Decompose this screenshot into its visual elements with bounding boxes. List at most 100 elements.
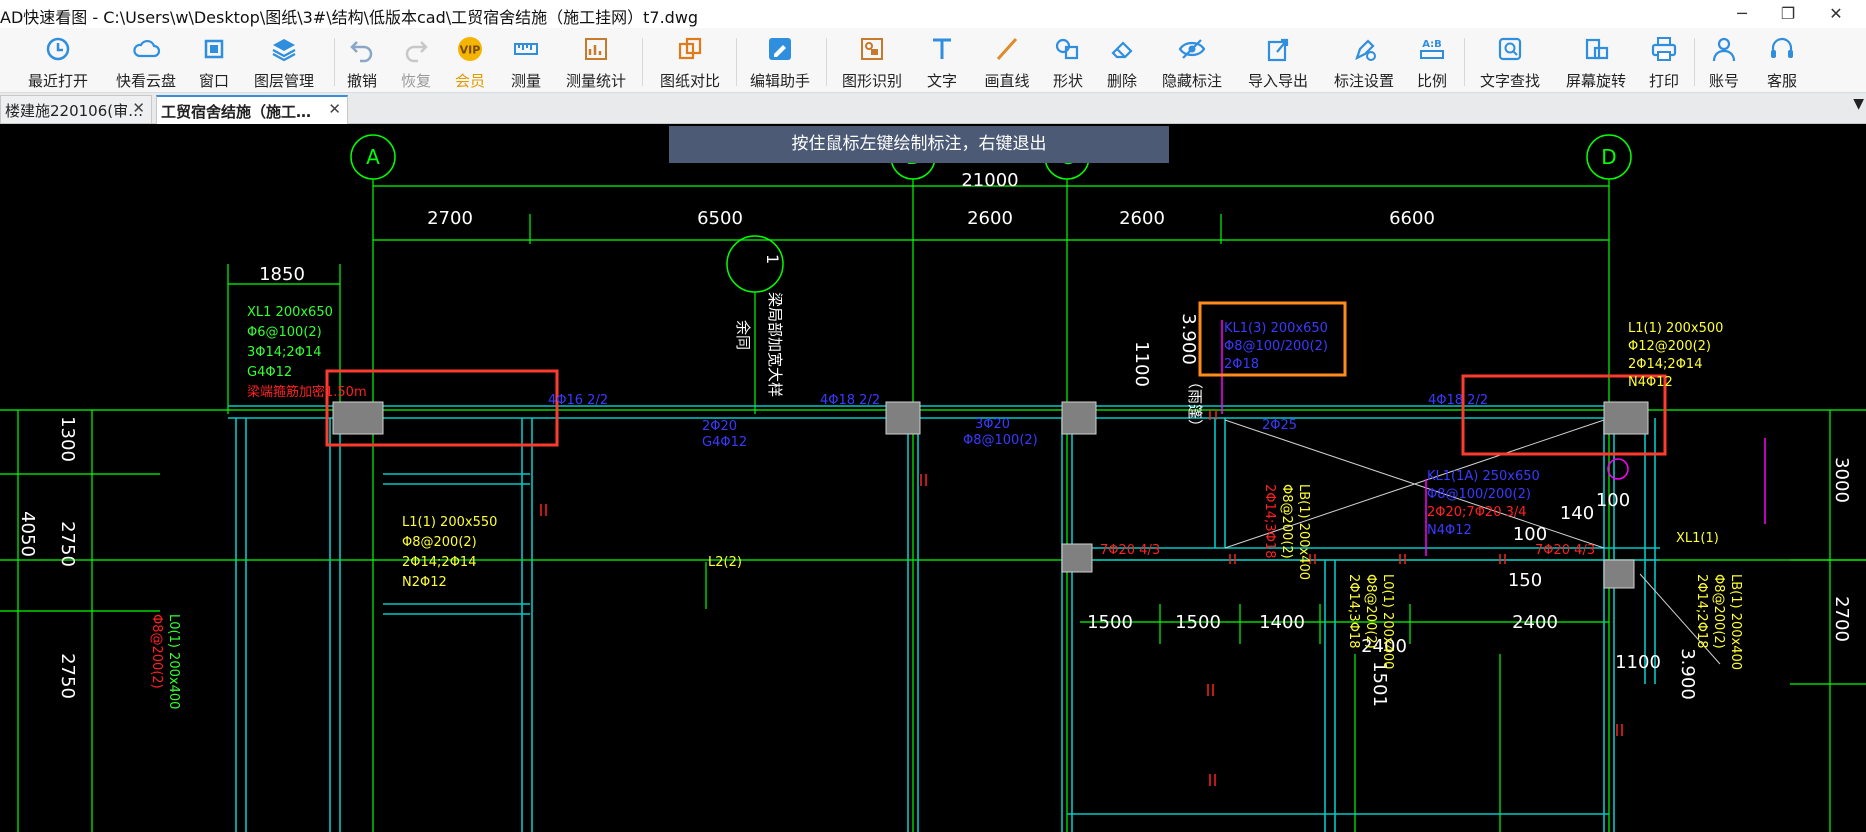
drawing-canvas[interactable]: A B C D bbox=[0, 124, 1866, 832]
vip-icon: VIP bbox=[458, 37, 482, 61]
dim-1500-a: 1500 bbox=[1087, 612, 1133, 633]
minimize-button[interactable]: ─ bbox=[1722, 2, 1762, 26]
line-button[interactable]: 画直线 bbox=[982, 32, 1032, 90]
delete-button[interactable]: 删除 bbox=[1104, 32, 1140, 90]
dim-100-b: 100 bbox=[1596, 490, 1630, 511]
scale-button[interactable]: A:B 比例 bbox=[1414, 32, 1450, 90]
measure-button[interactable]: 测量 bbox=[508, 32, 544, 90]
recent-open-label: 最近打开 bbox=[27, 72, 88, 90]
toolbar-divider bbox=[826, 38, 827, 86]
vip-label: 会员 bbox=[454, 72, 485, 90]
l0-left-line-2: Φ8@200(2) bbox=[149, 614, 164, 689]
dim-6600: 6600 bbox=[1389, 208, 1435, 229]
rebar-note-blue-a: 4Φ16 2/2 bbox=[548, 393, 608, 408]
redo-button[interactable]: 恢复 bbox=[398, 32, 434, 90]
toolbar: 最近打开 快看云盘 窗口 图层管理 撤销 恢复 VIP 会员 测量 测量统计 图… bbox=[0, 28, 1866, 93]
shape-recognize-button[interactable]: 图形识别 bbox=[838, 32, 906, 90]
dim-140: 140 bbox=[1560, 503, 1594, 524]
lb-mid-line-3: 2Φ14;3Φ18 bbox=[1346, 574, 1361, 648]
tab-drawing-1[interactable]: 楼建施220106(审… ✕ bbox=[0, 95, 152, 123]
measure-stats-label: 测量统计 bbox=[565, 72, 626, 90]
hide-annotation-label: 隐藏标注 bbox=[1161, 72, 1222, 90]
print-button[interactable]: 打印 bbox=[1646, 32, 1682, 90]
vip-button[interactable]: VIP 会员 bbox=[452, 32, 488, 90]
l1-right-line-1: L1(1) 200x500 bbox=[1628, 321, 1723, 336]
dim-2750-b: 2750 bbox=[57, 653, 78, 699]
close-button[interactable]: ✕ bbox=[1816, 2, 1856, 26]
compare-icon bbox=[678, 37, 702, 60]
account-button[interactable]: 账号 bbox=[1706, 32, 1742, 90]
dim-100-a: 100 bbox=[1513, 524, 1547, 545]
kl1a-line-3: 2Φ20;7Φ20 3/4 bbox=[1427, 505, 1527, 520]
cloud-button[interactable]: 快看云盘 bbox=[112, 32, 180, 90]
lb-line-3: 2Φ14;3Φ18 bbox=[1262, 484, 1277, 558]
xl1-line-5: 梁端箍筋加密1.50m bbox=[247, 384, 367, 400]
toolbar-divider bbox=[1464, 38, 1465, 86]
tab-label: 工贸宿舍结施（施工… bbox=[161, 103, 312, 121]
kl1a-line-1: KL1(1A) 250x650 bbox=[1427, 469, 1540, 484]
edit-helper-button[interactable]: 编辑助手 bbox=[746, 32, 814, 90]
headset-icon bbox=[1771, 37, 1793, 58]
import-export-button[interactable]: 导入导出 bbox=[1244, 32, 1312, 90]
l1-right-line-3: 2Φ14;2Φ14 bbox=[1628, 357, 1702, 372]
edit-helper-icon bbox=[769, 38, 791, 60]
annotation-settings-button[interactable]: 标注设置 bbox=[1330, 32, 1398, 90]
window-button[interactable]: 窗口 bbox=[196, 32, 232, 90]
redo-label: 恢复 bbox=[400, 72, 431, 90]
text-search-button[interactable]: 文字查找 bbox=[1476, 32, 1544, 90]
dim-1500-b: 1500 bbox=[1175, 612, 1221, 633]
tab-close-icon[interactable]: ✕ bbox=[328, 100, 341, 118]
layers-button[interactable]: 图层管理 bbox=[250, 32, 318, 90]
l1-mid-line-4: N2Φ12 bbox=[402, 575, 447, 590]
text-icon bbox=[933, 38, 951, 59]
edit-helper-label: 编辑助手 bbox=[749, 72, 810, 90]
section-number: 1 bbox=[763, 254, 782, 264]
rebar-note-blue-g: G4Φ12 bbox=[702, 435, 747, 450]
recent-open-button[interactable]: 最近打开 bbox=[24, 32, 92, 90]
service-button[interactable]: 客服 bbox=[1764, 32, 1800, 90]
tab-drawing-2[interactable]: 工贸宿舍结施（施工… ✕ bbox=[156, 95, 348, 124]
kl1-line-2: Φ8@100/200(2) bbox=[1224, 339, 1328, 354]
text-search-label: 文字查找 bbox=[1479, 72, 1540, 90]
rebar-note-blue-h: 2Φ25 bbox=[1262, 418, 1297, 433]
undo-button[interactable]: 撤销 bbox=[344, 32, 380, 90]
l1-right-line-4: N4Φ12 bbox=[1628, 375, 1673, 390]
scale-label: 比例 bbox=[1416, 72, 1447, 90]
import-export-icon bbox=[1267, 38, 1289, 62]
kl1a-line-4: N4Φ12 bbox=[1427, 523, 1472, 538]
rotate-button[interactable]: 屏幕旋转 bbox=[1562, 32, 1630, 90]
shape-label: 形状 bbox=[1052, 72, 1083, 90]
drawing-hint-banner: 按住鼠标左键绘制标注，右键退出 bbox=[669, 126, 1169, 163]
scale-icon: A:B bbox=[1420, 39, 1444, 59]
maximize-button[interactable]: ❐ bbox=[1768, 2, 1808, 26]
axis-d-label: D bbox=[1601, 145, 1616, 169]
window-label: 窗口 bbox=[198, 72, 229, 90]
shape-button[interactable]: 形状 bbox=[1050, 32, 1086, 90]
tab-list-dropdown-icon[interactable]: ▼ bbox=[1853, 96, 1864, 112]
pen-settings-icon bbox=[1355, 39, 1376, 61]
measure-stats-button[interactable]: 测量统计 bbox=[562, 32, 630, 90]
rebar-note-blue-c: 4Φ18 2/2 bbox=[1428, 393, 1488, 408]
lb-line-1: LB(1) 200x400 bbox=[1296, 484, 1311, 580]
text-button[interactable]: 文字 bbox=[924, 32, 960, 90]
toolbar-divider bbox=[1694, 38, 1695, 86]
dim-total: 21000 bbox=[961, 170, 1018, 191]
svg-text:A:B: A:B bbox=[1422, 39, 1442, 50]
import-export-label: 导入导出 bbox=[1247, 72, 1308, 90]
compare-label: 图纸对比 bbox=[659, 72, 720, 90]
clock-icon bbox=[46, 37, 70, 61]
dim-1400: 1400 bbox=[1259, 612, 1305, 633]
tab-label: 楼建施220106(审… bbox=[5, 102, 144, 120]
rebar-note-7: 7Φ20 4/3 bbox=[1100, 543, 1160, 558]
rebar-note-blue-f: 2Φ20 bbox=[702, 419, 737, 434]
kl1a-line-2: Φ8@100/200(2) bbox=[1427, 487, 1531, 502]
delete-label: 删除 bbox=[1106, 72, 1137, 90]
redo-icon bbox=[405, 41, 428, 63]
l2-label: L2(2) bbox=[708, 555, 742, 570]
l0-left-line-1: L0(1) 200x400 bbox=[166, 614, 181, 709]
dim-3900-b: 3.900 bbox=[1677, 648, 1698, 700]
tab-close-icon[interactable]: ✕ bbox=[132, 99, 145, 117]
hide-annotation-button[interactable]: 隐藏标注 bbox=[1158, 32, 1226, 90]
compare-button[interactable]: 图纸对比 bbox=[656, 32, 724, 90]
cloud-icon bbox=[133, 39, 161, 58]
